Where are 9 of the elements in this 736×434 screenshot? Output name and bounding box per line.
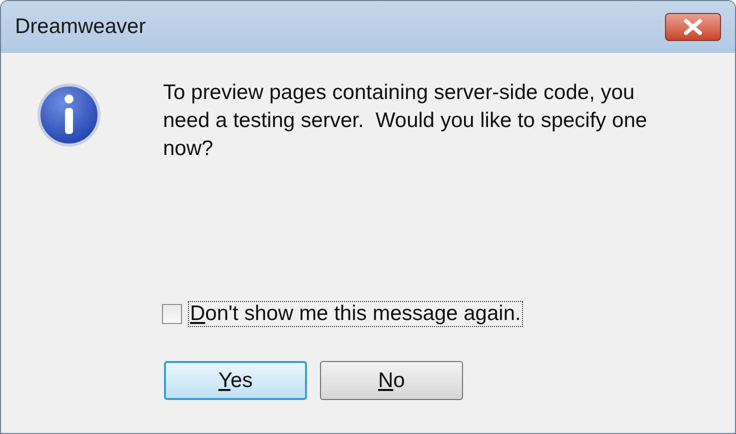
checkbox[interactable] — [162, 304, 182, 324]
close-button[interactable] — [665, 13, 721, 41]
close-icon — [682, 19, 704, 35]
message-text: To preview pages containing server-side code, you need a testing server. Would you like to specify one now? — [163, 80, 648, 162]
dialog-button[interactable]: Yes — [164, 361, 307, 400]
info-icon — [37, 83, 101, 147]
checkbox-label[interactable]: Don't show me this message again. — [188, 301, 523, 327]
window-title: Dreamweaver — [15, 14, 146, 40]
dialog-button[interactable]: No — [320, 361, 463, 400]
